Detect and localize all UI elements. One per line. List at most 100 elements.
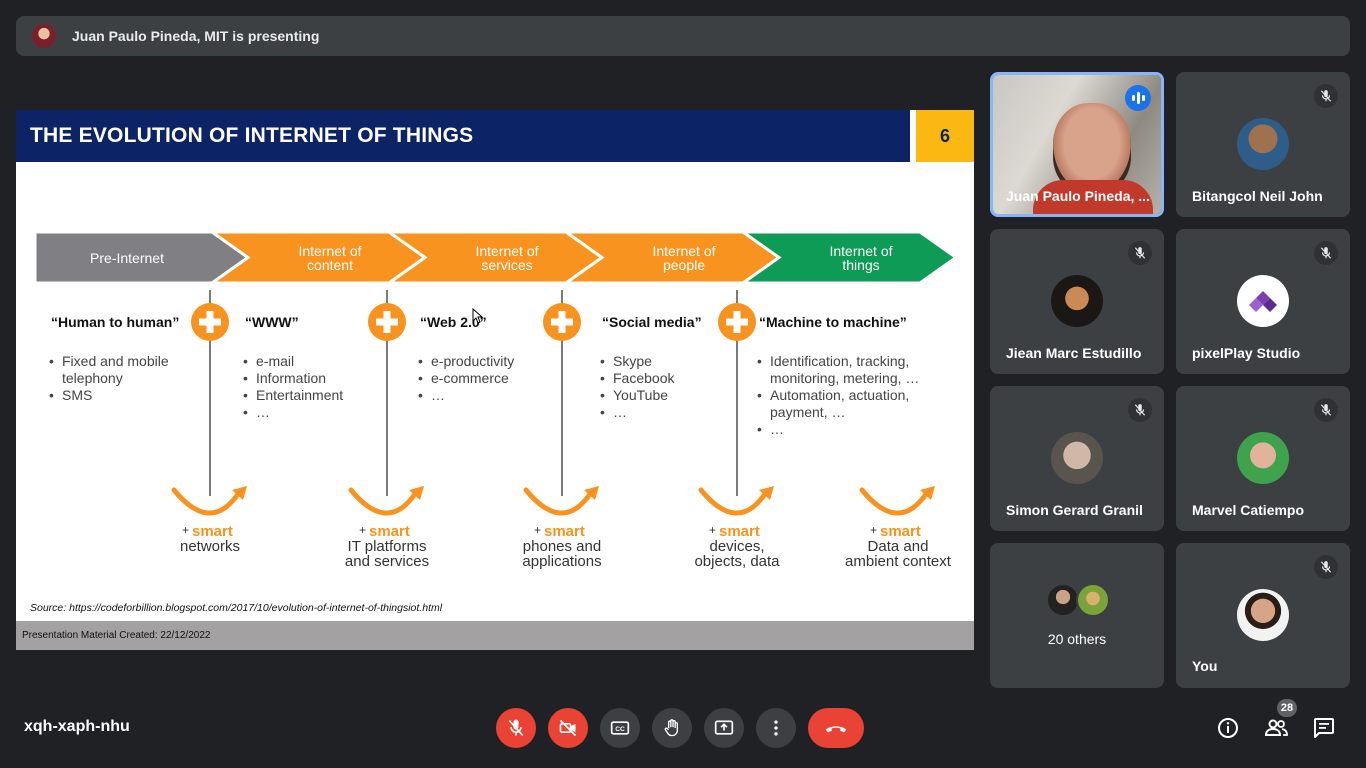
microphone-toggle-button[interactable] bbox=[496, 708, 536, 748]
slide-footer: Presentation Material Created: 22/12/202… bbox=[16, 621, 974, 650]
camera-toggle-button[interactable] bbox=[548, 708, 588, 748]
pixelplay-logo-icon bbox=[1249, 291, 1277, 312]
participant-name: pixelPlay Studio bbox=[1192, 345, 1301, 361]
slide-title: THE EVOLUTION OF INTERNET OF THINGS bbox=[30, 124, 474, 147]
svg-text:CC: CC bbox=[615, 726, 625, 733]
bullet-text: Fixed and mobile bbox=[62, 353, 169, 369]
plus-bar bbox=[383, 311, 391, 333]
bullet-text: SMS bbox=[62, 387, 92, 403]
participant-name: Jiean Marc Estudillo bbox=[1006, 345, 1142, 361]
plus-bar bbox=[558, 311, 566, 333]
smart-curve bbox=[698, 487, 768, 516]
bullet-dot: • bbox=[600, 404, 605, 420]
participant-name: Juan Paulo Pineda, ... bbox=[1006, 188, 1150, 204]
bullet-dot: • bbox=[49, 387, 54, 403]
avatar bbox=[1051, 432, 1103, 484]
stage-label: things bbox=[842, 257, 879, 273]
smart-plus: + bbox=[359, 523, 366, 537]
bullet-text: Facebook bbox=[613, 370, 675, 386]
more-options-button[interactable] bbox=[756, 708, 796, 748]
presenting-text: Juan Paulo Pineda, MIT is presenting bbox=[72, 28, 320, 44]
plus-bar bbox=[206, 311, 214, 333]
stage-heading: “Human to human” bbox=[51, 314, 179, 330]
presenting-banner: Juan Paulo Pineda, MIT is presenting bbox=[16, 16, 1350, 56]
participant-count-badge: 28 bbox=[1277, 699, 1297, 717]
participant-tile[interactable]: pixelPlay Studio bbox=[1176, 229, 1350, 374]
slide-source: Source: https://codeforbillion.blogspot.… bbox=[30, 602, 443, 614]
participant-tile-presenter[interactable]: Juan Paulo Pineda, ... bbox=[990, 72, 1164, 217]
bullet-dot: • bbox=[757, 387, 762, 403]
smart-item: and services bbox=[345, 553, 429, 570]
avatar bbox=[1051, 275, 1103, 327]
avatar bbox=[1076, 583, 1110, 617]
closed-captions-icon: CC bbox=[610, 721, 630, 735]
smart-plus: + bbox=[182, 523, 189, 537]
mic-off-icon bbox=[1314, 241, 1338, 265]
participant-tile-self[interactable]: You bbox=[1176, 543, 1350, 688]
bullet-dot: • bbox=[418, 387, 423, 403]
smart-item: objects, data bbox=[694, 553, 780, 570]
participant-name: Bitangcol Neil John bbox=[1192, 188, 1323, 204]
bullet-text: e-mail bbox=[256, 353, 294, 369]
slide-number: 6 bbox=[916, 110, 974, 162]
presenter-avatar bbox=[32, 24, 56, 48]
others-count-label: 20 others bbox=[1047, 631, 1107, 647]
smart-plus: + bbox=[534, 523, 541, 537]
bullet-dot: • bbox=[757, 421, 762, 437]
iot-evolution-diagram: Pre-Internet “Human to human” • Fixed and m… bbox=[33, 230, 959, 570]
stage-label: people bbox=[663, 257, 705, 273]
avatar bbox=[1237, 589, 1289, 641]
bullet-text: monitoring, metering, … bbox=[770, 370, 919, 386]
avatar bbox=[1237, 118, 1289, 170]
others-tile[interactable]: 20 others bbox=[990, 543, 1164, 688]
bullet-dot: • bbox=[243, 404, 248, 420]
mic-off-icon bbox=[1314, 398, 1338, 422]
raise-hand-button[interactable] bbox=[652, 708, 692, 748]
stage-heading: “Machine to machine” bbox=[759, 314, 907, 330]
bullet-text: Skype bbox=[613, 353, 652, 369]
participant-tile[interactable]: Simon Gerard Granil bbox=[990, 386, 1164, 531]
participant-tile[interactable]: Jiean Marc Estudillo bbox=[990, 229, 1164, 374]
smart-curve bbox=[171, 487, 241, 516]
presentation-slide: THE EVOLUTION OF INTERNET OF THINGS 6 Pr… bbox=[16, 110, 974, 650]
smart-item: applications bbox=[522, 553, 601, 570]
smart-plus: + bbox=[870, 523, 877, 537]
chat-icon bbox=[1314, 718, 1334, 738]
bullet-text: … bbox=[613, 404, 627, 420]
chat-button[interactable] bbox=[1308, 712, 1340, 744]
bullet-text: … bbox=[256, 404, 270, 420]
bullet-dot: • bbox=[243, 370, 248, 386]
avatar bbox=[1046, 583, 1080, 617]
bullet-text: telephony bbox=[62, 370, 123, 386]
participant-tile[interactable]: Bitangcol Neil John bbox=[1176, 72, 1350, 217]
captions-button[interactable]: CC bbox=[600, 708, 640, 748]
camera-off-icon bbox=[559, 719, 577, 737]
bullet-dot: • bbox=[418, 370, 423, 386]
meeting-code: xqh-xaph-nhu bbox=[24, 718, 130, 735]
avatar bbox=[1237, 275, 1289, 327]
mic-off-icon bbox=[1314, 84, 1338, 108]
mouse-cursor-icon bbox=[472, 308, 484, 324]
bullet-dot: • bbox=[243, 353, 248, 369]
smart-curve bbox=[348, 487, 418, 516]
present-screen-icon bbox=[714, 720, 734, 735]
more-vert-icon bbox=[774, 720, 778, 736]
bullet-text: payment, … bbox=[770, 404, 845, 420]
bullet-text: e-productivity bbox=[431, 353, 514, 369]
meeting-details-button[interactable] bbox=[1212, 712, 1244, 744]
participant-name: You bbox=[1192, 658, 1218, 674]
leave-call-button[interactable] bbox=[808, 708, 864, 748]
bullet-dot: • bbox=[600, 353, 605, 369]
bullet-text: Identification, tracking, bbox=[770, 353, 909, 369]
participant-tile[interactable]: Marvel Catiempo bbox=[1176, 386, 1350, 531]
bullet-dot: • bbox=[418, 353, 423, 369]
smart-plus: + bbox=[709, 523, 716, 537]
smart-curve bbox=[859, 487, 929, 516]
bullet-text: Entertainment bbox=[256, 387, 343, 403]
bullet-dot: • bbox=[600, 387, 605, 403]
info-icon bbox=[1218, 718, 1238, 738]
smart-item: ambient context bbox=[845, 553, 952, 570]
present-screen-button[interactable] bbox=[704, 708, 744, 748]
bullet-dot: • bbox=[757, 353, 762, 369]
mic-off-icon bbox=[1128, 398, 1152, 422]
